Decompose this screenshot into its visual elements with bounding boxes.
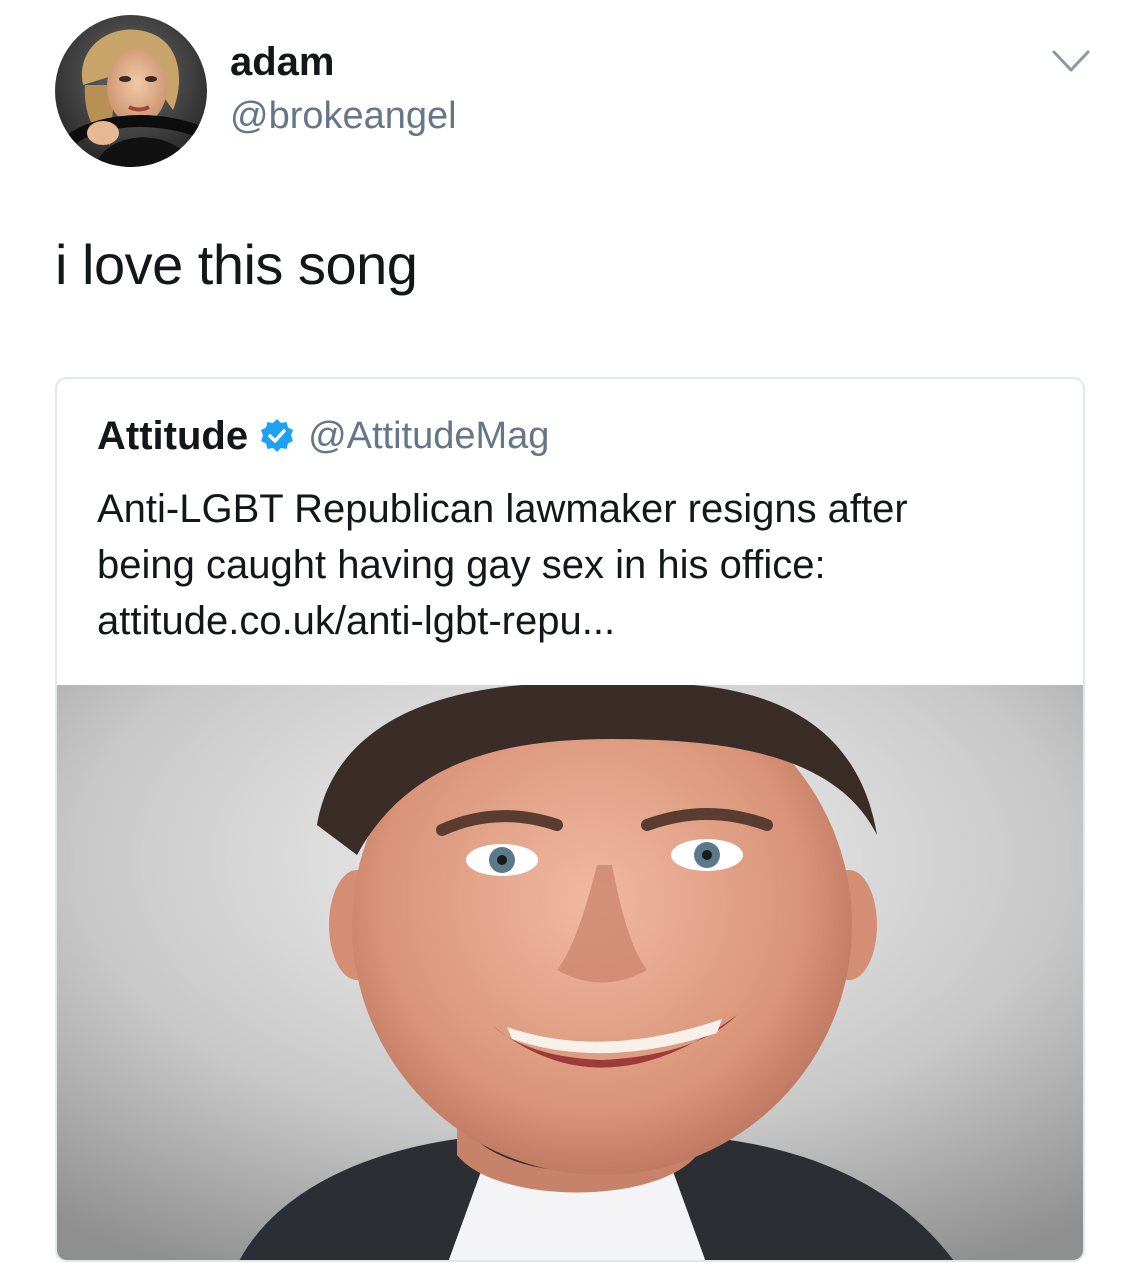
author-avatar[interactable] (55, 15, 207, 167)
quoted-tweet-header: Attitude @AttitudeMag (97, 411, 549, 461)
quoted-text-line: being caught having gay sex in his offic… (97, 543, 826, 587)
quoted-author-name: Attitude (97, 413, 249, 458)
chevron-down-icon[interactable] (1050, 46, 1092, 76)
quoted-tweet-card[interactable]: Attitude @AttitudeMag Anti-LGBT Republic… (55, 377, 1085, 1262)
tweet: adam @brokeangel i love this song Attitu… (0, 0, 1141, 1280)
quoted-tweet-photo[interactable] (57, 685, 1083, 1260)
quoted-tweet-text: Anti-LGBT Republican lawmaker resigns af… (97, 481, 1057, 649)
tweet-text: i love this song (55, 233, 418, 296)
quoted-text-link[interactable]: attitude.co.uk/anti-lgbt-repu... (97, 593, 1057, 649)
quoted-author-handle: @AttitudeMag (308, 414, 550, 457)
quoted-text-line: Anti-LGBT Republican lawmaker resigns af… (97, 487, 908, 531)
avatar-image (55, 15, 207, 167)
verified-badge-icon (258, 417, 296, 455)
author-handle[interactable]: @brokeangel (230, 93, 457, 139)
author-name[interactable]: adam (230, 38, 335, 86)
